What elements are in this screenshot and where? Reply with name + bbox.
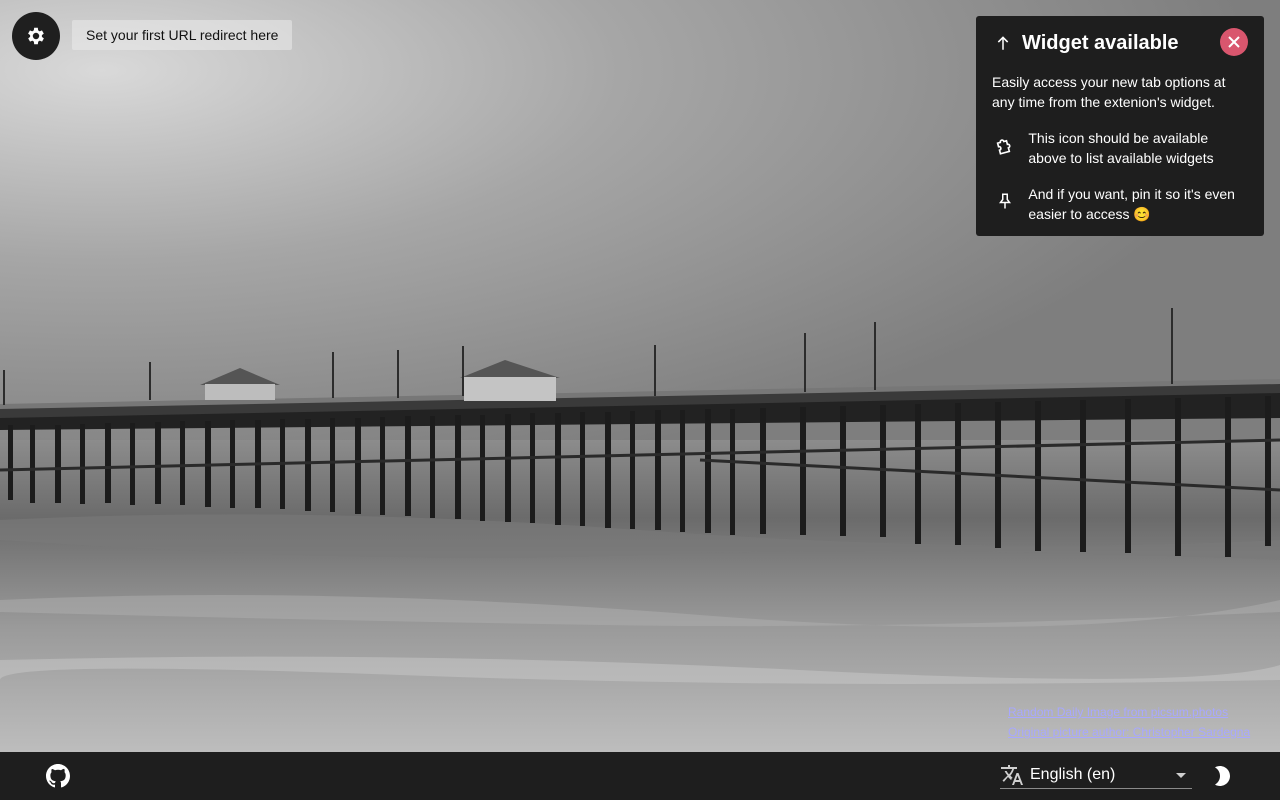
widget-popup: Widget available Easily access your new … bbox=[976, 16, 1264, 236]
popup-row-widgets: This icon should be available above to l… bbox=[992, 128, 1248, 168]
popup-row-pin: And if you want, pin it so it's even eas… bbox=[992, 184, 1248, 224]
popup-description: Easily access your new tab options at an… bbox=[992, 74, 1226, 110]
popup-row-text: And if you want, pin it so it's even eas… bbox=[1028, 186, 1235, 222]
translate-icon bbox=[1001, 765, 1023, 785]
image-credits: Random Daily Image from picsum.photos Or… bbox=[1008, 702, 1250, 742]
popup-close-button[interactable] bbox=[1220, 28, 1248, 56]
language-value: English (en) bbox=[1030, 766, 1116, 783]
popup-header: Widget available bbox=[992, 30, 1248, 56]
chevron-down-icon bbox=[1176, 772, 1186, 778]
popup-row-text: This icon should be available above to l… bbox=[1028, 130, 1214, 166]
credit-source-link[interactable]: Random Daily Image from picsum.photos bbox=[1008, 702, 1250, 722]
language-select[interactable]: English (en) bbox=[1000, 762, 1192, 789]
close-icon bbox=[1228, 36, 1240, 48]
dark-mode-icon[interactable] bbox=[1210, 764, 1234, 788]
settings-icon bbox=[28, 27, 44, 45]
footer: English (en) bbox=[0, 752, 1280, 800]
github-icon[interactable] bbox=[46, 764, 70, 788]
redirect-hint-label: Set your first URL redirect here bbox=[86, 27, 279, 43]
credit-author-link[interactable]: Original picture author: Christopher Sar… bbox=[1008, 722, 1250, 742]
puzzle-icon bbox=[992, 132, 1017, 158]
redirect-hint[interactable]: Set your first URL redirect here bbox=[72, 20, 293, 50]
pin-icon bbox=[992, 188, 1017, 214]
popup-title: Widget available bbox=[1022, 31, 1179, 54]
arrow-up-icon bbox=[997, 36, 1009, 50]
settings-button[interactable] bbox=[12, 12, 60, 60]
